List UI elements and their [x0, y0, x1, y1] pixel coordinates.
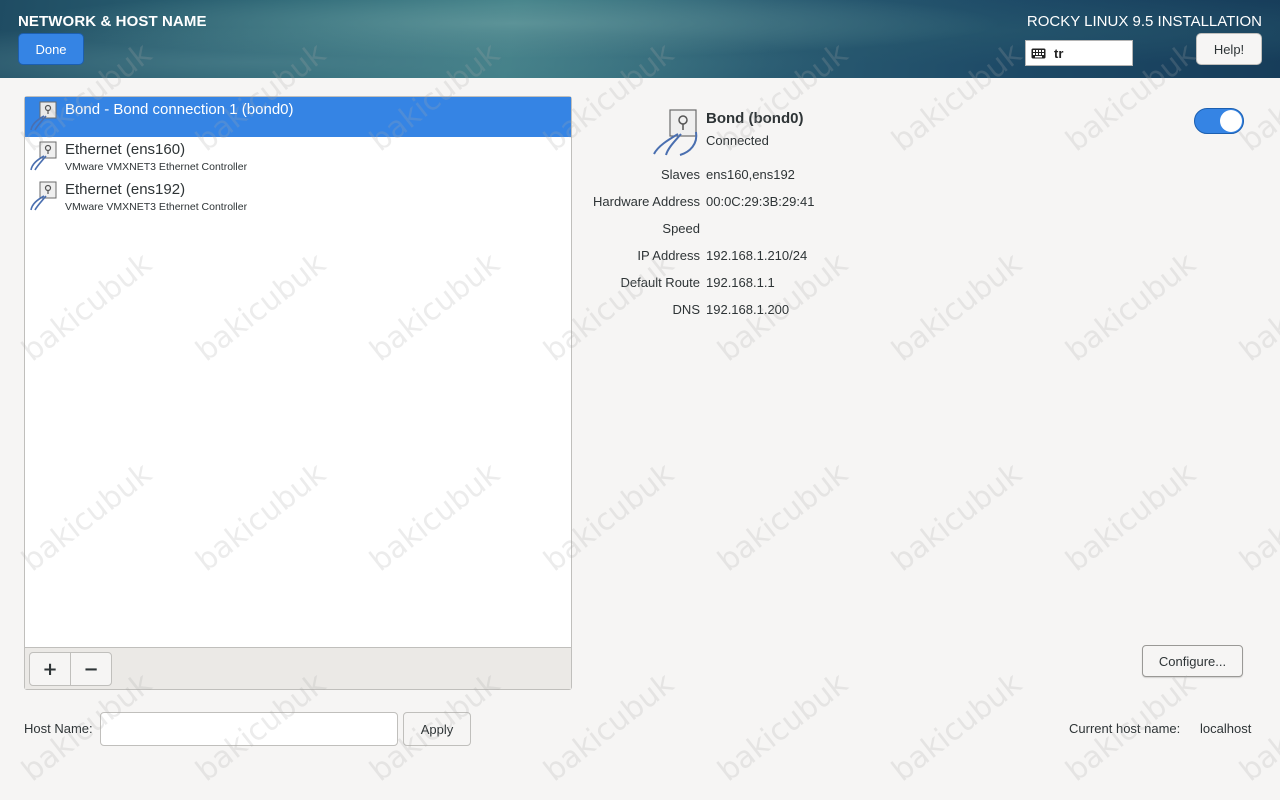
prop-value-dns: 192.168.1.200 [706, 302, 790, 317]
network-wired-icon [30, 101, 57, 131]
add-device-button[interactable]: + [29, 652, 71, 686]
device-list-toolbar: + − [25, 647, 571, 689]
remove-device-button[interactable]: − [70, 652, 112, 686]
watermark-text: bakicubuk [885, 456, 1029, 579]
prop-label-default-route: Default Route [620, 275, 701, 290]
network-device-list: Bond - Bond connection 1 (bond0) Etherne… [25, 97, 571, 647]
keyboard-layout-label: tr [1054, 45, 1064, 61]
watermark-text: bakicubuk [711, 456, 855, 579]
prop-label-speed: Speed [662, 221, 700, 236]
product-title: ROCKY LINUX 9.5 INSTALLATION [1026, 13, 1262, 30]
keyboard-layout-indicator[interactable]: tr [1025, 40, 1133, 66]
watermark-text: bakicubuk [1233, 456, 1280, 579]
toggle-knob [1220, 110, 1242, 132]
watermark-text: bakicubuk [711, 666, 855, 789]
prop-value-slaves: ens160,ens192 [706, 167, 795, 182]
network-wired-icon [30, 181, 57, 211]
header-bar: NETWORK & HOST NAME Done ROCKY LINUX 9.5… [0, 0, 1280, 78]
prop-label-hardware-address: Hardware Address [593, 194, 700, 209]
hostname-input[interactable] [100, 712, 398, 746]
watermark-text: bakicubuk [885, 666, 1029, 789]
hostname-label: Host Name: [24, 721, 93, 736]
prop-value-default-route: 192.168.1.1 [706, 275, 775, 290]
watermark-text: bakicubuk [885, 246, 1029, 369]
device-name: Ethernet (ens160) [65, 141, 186, 158]
network-wired-icon [30, 141, 57, 171]
watermark-text: bakicubuk [1233, 246, 1280, 369]
device-name: Bond - Bond connection 1 (bond0) [65, 101, 294, 118]
done-button[interactable]: Done [18, 33, 84, 65]
device-detail-status: Connected [706, 133, 769, 148]
keyboard-icon [1031, 48, 1046, 58]
help-button[interactable]: Help! [1196, 33, 1262, 65]
prop-value-ip-address: 192.168.1.210/24 [706, 248, 808, 263]
device-enable-toggle[interactable] [1194, 108, 1244, 134]
device-row-ens192[interactable]: Ethernet (ens192) VMware VMXNET3 Etherne… [25, 177, 571, 217]
device-name: Ethernet (ens192) [65, 181, 186, 198]
page-title: NETWORK & HOST NAME [18, 13, 207, 30]
device-description: VMware VMXNET3 Ethernet Controller [65, 161, 248, 173]
network-wired-icon [653, 109, 698, 156]
device-detail-name: Bond (bond0) [706, 110, 804, 127]
device-description: VMware VMXNET3 Ethernet Controller [65, 201, 248, 213]
prop-value-hardware-address: 00:0C:29:3B:29:41 [706, 194, 815, 209]
device-row-ens160[interactable]: Ethernet (ens160) VMware VMXNET3 Etherne… [25, 137, 571, 177]
configure-button[interactable]: Configure... [1142, 645, 1243, 677]
current-hostname-value: localhost [1200, 721, 1252, 736]
prop-label-ip-address: IP Address [637, 248, 700, 263]
current-hostname-label: Current host name: [1069, 721, 1181, 736]
prop-label-dns: DNS [672, 302, 700, 317]
watermark-text: bakicubuk [1059, 246, 1203, 369]
watermark-text: bakicubuk [1059, 456, 1203, 579]
prop-label-slaves: Slaves [660, 167, 700, 182]
network-device-panel: Bond - Bond connection 1 (bond0) Etherne… [24, 96, 572, 690]
device-row-bond0[interactable]: Bond - Bond connection 1 (bond0) [25, 97, 571, 137]
apply-hostname-button[interactable]: Apply [403, 712, 471, 746]
